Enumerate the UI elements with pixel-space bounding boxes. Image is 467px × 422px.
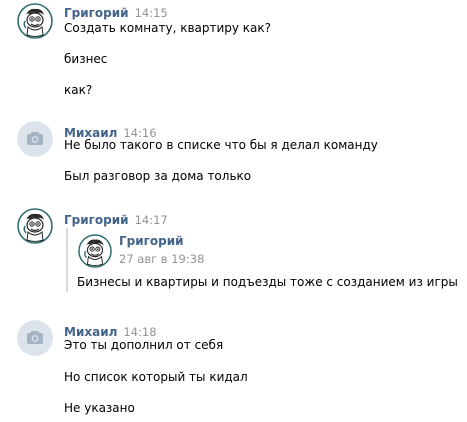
forwarded-author-name[interactable]: Григорий bbox=[119, 234, 184, 248]
forwarded-message[interactable]: Григорий 27 авг в 19:38 Бизнесы и кварти… bbox=[66, 228, 458, 292]
camera-placeholder-avatar-icon[interactable] bbox=[17, 320, 53, 356]
message-header: Григорий 14:17 bbox=[64, 209, 168, 228]
message-text: Был разговор за дома только bbox=[64, 169, 252, 183]
forwarded-text: Бизнесы и квартиры и подъезды тоже с соз… bbox=[77, 275, 458, 289]
author-name[interactable]: Григорий bbox=[64, 213, 129, 227]
message-header: Григорий 14:15 bbox=[64, 2, 168, 21]
author-name[interactable]: Григорий bbox=[64, 6, 129, 20]
message-time[interactable]: 14:17 bbox=[135, 213, 168, 227]
message-text: Создать комнату, квартиру как? bbox=[64, 21, 272, 35]
message-group: Григорий 14:15 Создать комнату, квартиру … bbox=[0, 1, 467, 101]
message-text: Не было такого в списке что бы я делал к… bbox=[64, 138, 378, 152]
message-text: как? bbox=[64, 83, 93, 97]
message-time[interactable]: 14:18 bbox=[123, 325, 156, 339]
message-text: Это ты дополнил от себя bbox=[64, 338, 224, 352]
author-name[interactable]: Михаил bbox=[64, 325, 117, 339]
message-group: Григорий 14:17 Григорий 27 авг в 19:38 Б… bbox=[0, 208, 467, 300]
forwarded-date[interactable]: 27 авг в 19:38 bbox=[119, 252, 204, 266]
message-time[interactable]: 14:15 bbox=[135, 6, 168, 20]
cartoon-character-avatar-icon[interactable] bbox=[17, 208, 53, 244]
message-text: бизнес bbox=[64, 52, 108, 66]
cartoon-character-avatar-icon[interactable] bbox=[17, 3, 53, 39]
message-group: Михаил 14:16 Не было такого в списке что … bbox=[0, 121, 467, 186]
message-text: Не указано bbox=[64, 401, 135, 415]
message-group: Михаил 14:18 Это ты дополнил от себя Но с… bbox=[0, 320, 467, 420]
camera-placeholder-avatar-icon[interactable] bbox=[17, 121, 53, 157]
chat-history: Григорий 14:15 Создать комнату, квартиру … bbox=[0, 0, 467, 422]
message-text: Но список который ты кидал bbox=[64, 370, 248, 384]
cartoon-character-avatar-icon[interactable] bbox=[78, 234, 112, 268]
